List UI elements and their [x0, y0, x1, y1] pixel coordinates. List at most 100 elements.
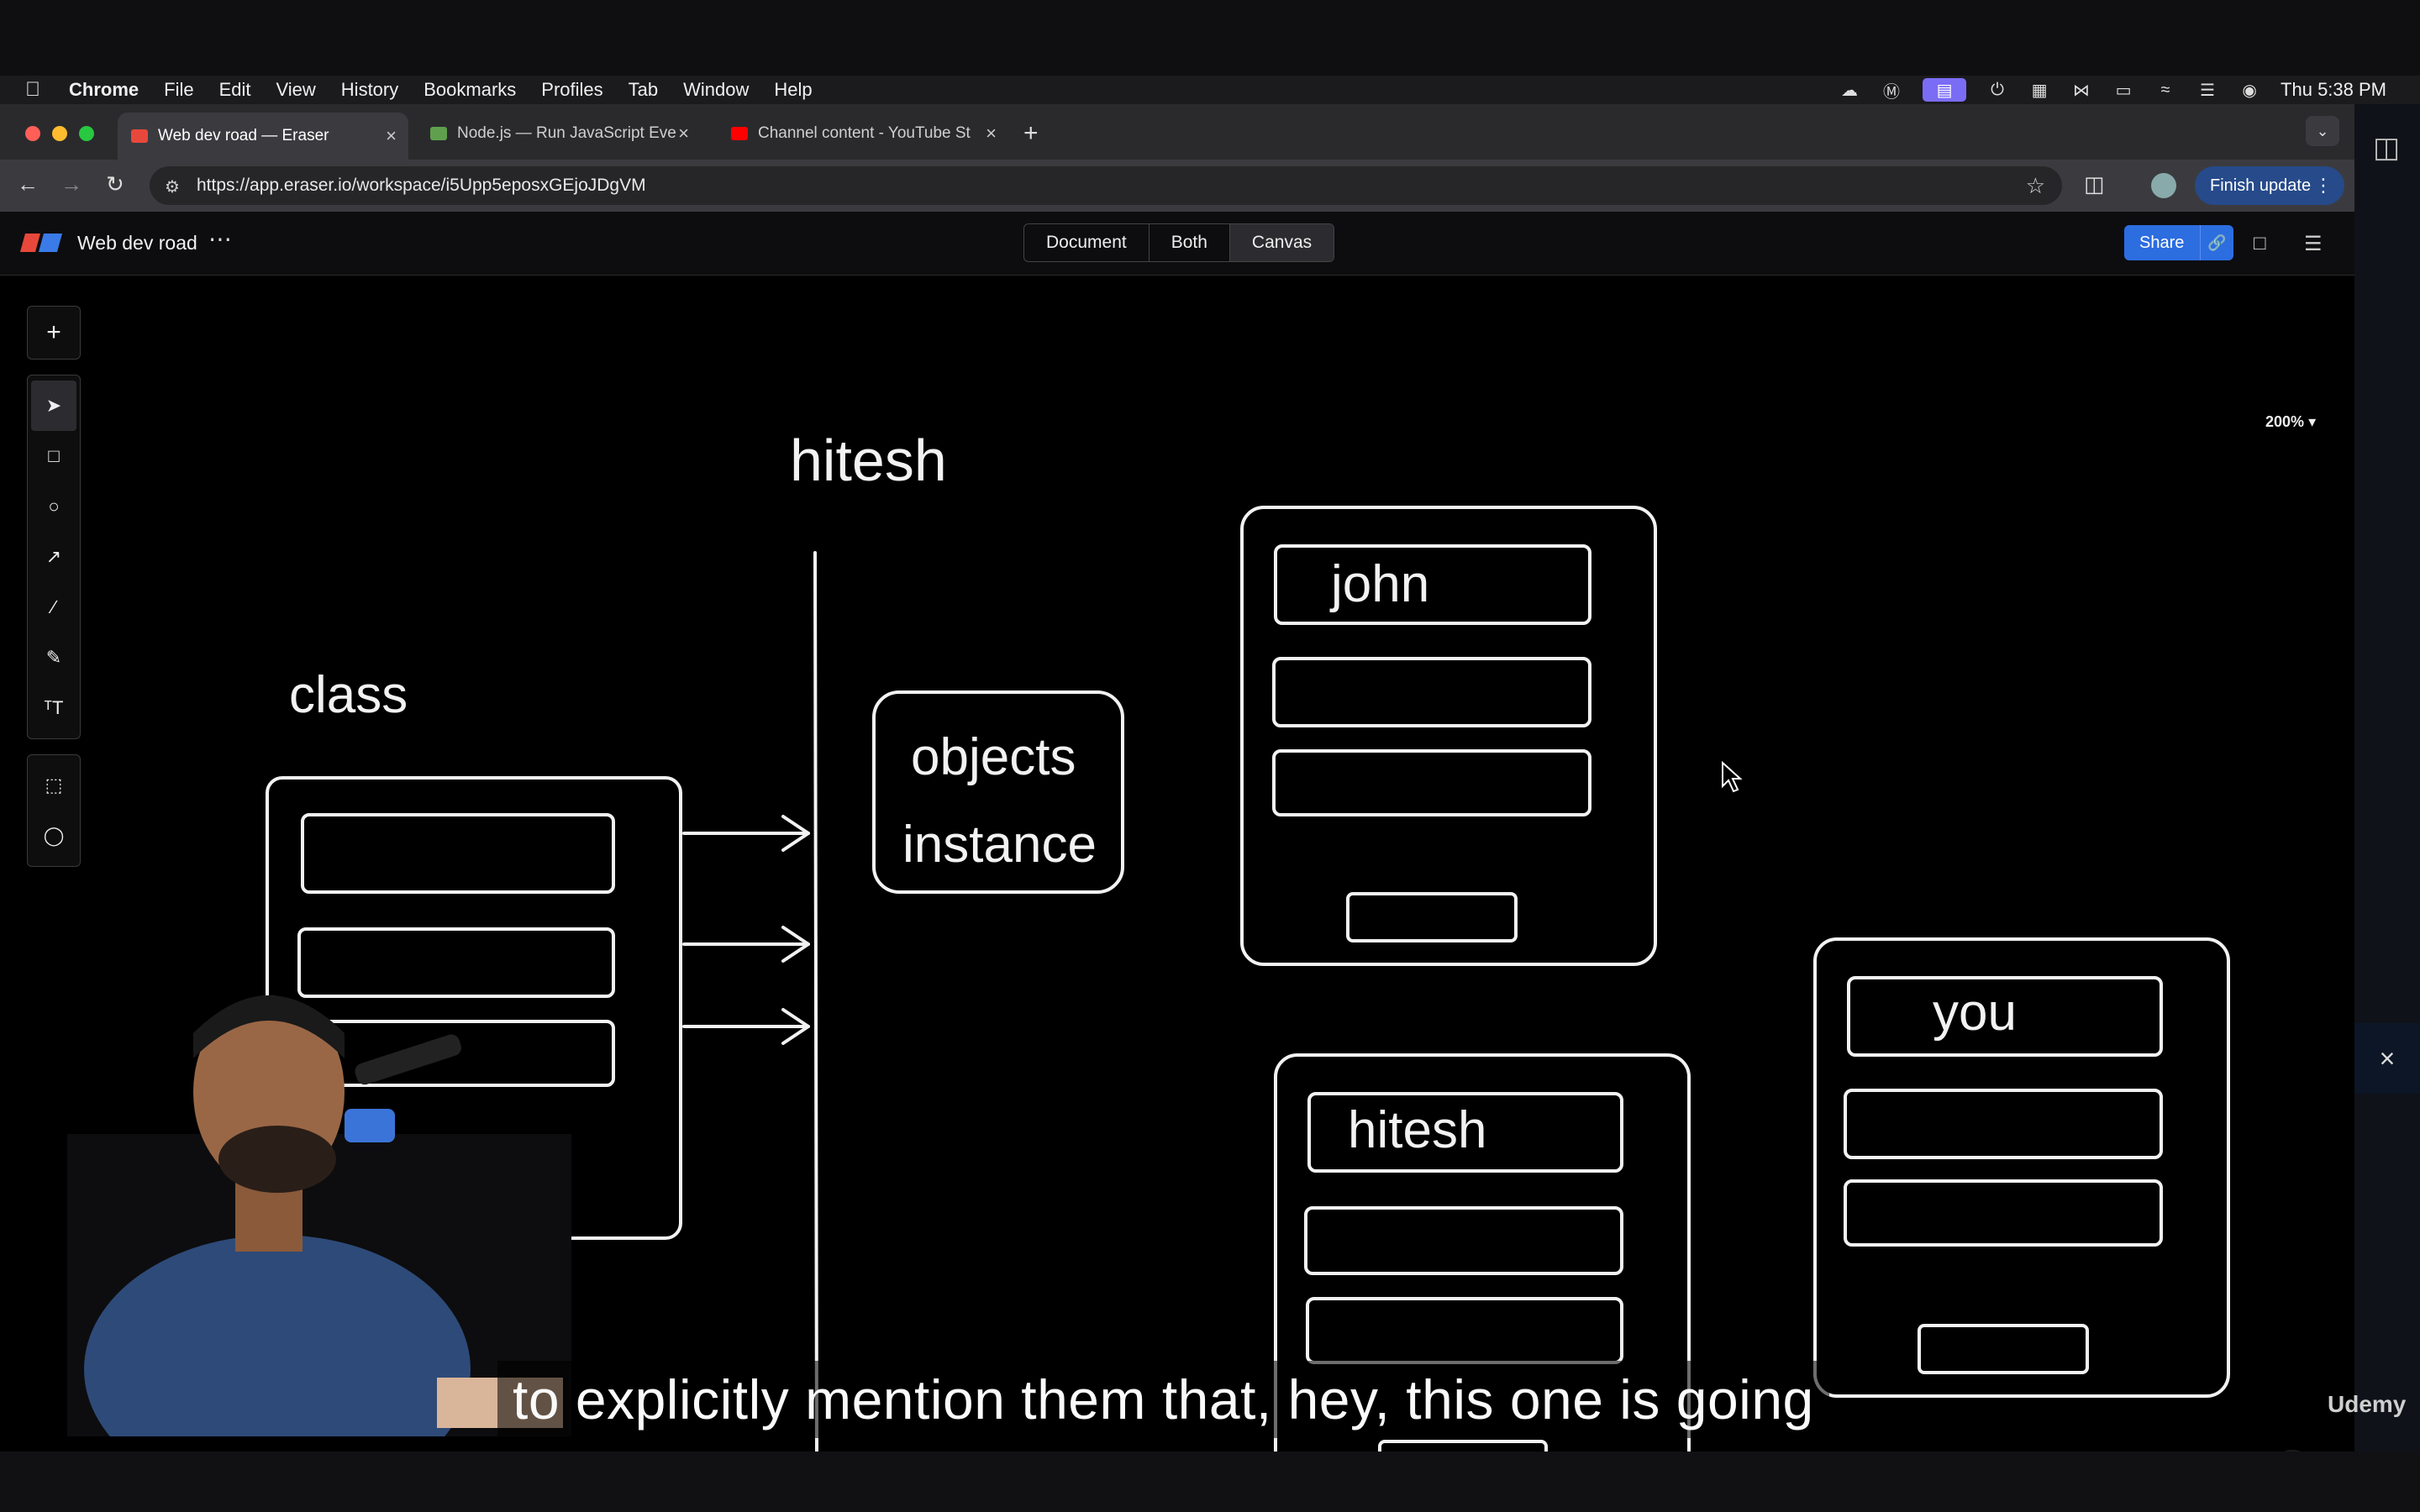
john-name-field[interactable] [1274, 544, 1591, 625]
john-field-2[interactable] [1272, 657, 1591, 727]
john-method[interactable] [1346, 892, 1518, 942]
you-field-2[interactable] [1844, 1089, 2163, 1159]
john-card[interactable] [1240, 506, 1657, 966]
arrow-1[interactable] [682, 815, 810, 852]
close-icon[interactable]: × [2354, 1023, 2420, 1094]
tab-strip: Web dev road — Eraser × Node.js — Run Ja… [0, 104, 2354, 160]
link-icon[interactable]: 🔗 [2200, 225, 2233, 260]
nodejs-favicon-icon [430, 127, 447, 140]
instance-label[interactable]: instance [902, 816, 1097, 874]
john-field-3[interactable] [1272, 749, 1591, 816]
menu-app-name[interactable]: Chrome [69, 79, 139, 101]
menu-bookmarks[interactable]: Bookmarks [424, 79, 516, 101]
maximize-window-button[interactable] [79, 126, 94, 141]
power-icon[interactable]: ⏻ [1986, 81, 2008, 99]
forward-arrow-icon[interactable]: → [60, 171, 82, 197]
screen-top-band [0, 0, 2420, 76]
control-center-icon[interactable]: ☰ [2196, 81, 2218, 100]
profile-avatar-icon[interactable] [2151, 173, 2176, 198]
close-window-button[interactable] [25, 126, 40, 141]
hitesh-field-3[interactable] [1306, 1297, 1623, 1364]
you-card[interactable] [1813, 937, 2230, 1398]
youtube-favicon-icon [731, 127, 748, 140]
menu-file[interactable]: File [164, 79, 193, 101]
divider-line[interactable] [813, 551, 818, 1452]
display-icon[interactable]: ▭ [2112, 81, 2134, 100]
presenter-webcam-image [67, 995, 571, 1436]
objects-label[interactable]: objects [911, 728, 1076, 786]
panel-layout-icon[interactable]: ◫ [2373, 131, 2400, 165]
outline-panel-icon[interactable]: ☰ [2304, 232, 2323, 256]
cloud-icon[interactable]: ☁ [1839, 81, 1860, 100]
close-icon[interactable]: × [986, 123, 997, 144]
hitesh-method[interactable] [1378, 1440, 1548, 1452]
menu-history[interactable]: History [341, 79, 398, 101]
menu-view[interactable]: View [276, 79, 316, 101]
view-document-button[interactable]: Document [1024, 224, 1150, 261]
share-label: Share [2139, 233, 2185, 252]
hitesh-field-2[interactable] [1304, 1206, 1623, 1275]
address-bar: ← → ↻ ⚙ https://app.eraser.io/workspace/… [0, 160, 2354, 212]
screen-share-icon[interactable]: ▤ [1923, 78, 1967, 102]
eraser-favicon-icon [131, 129, 148, 143]
macos-menubar:  Chrome File Edit View History Bookmark… [0, 76, 2420, 104]
side-panel: ◫ [2354, 104, 2420, 1452]
clock[interactable]: Thu 5:38 PM [2281, 79, 2386, 101]
tab-title: Channel content - YouTube St [758, 124, 971, 142]
you-name-text[interactable]: you [1933, 984, 2017, 1042]
extensions-icon[interactable]: ◫ [2084, 171, 2105, 197]
class-label[interactable]: class [289, 666, 408, 724]
menu-edit[interactable]: Edit [219, 79, 251, 101]
tab-youtube[interactable]: Channel content - YouTube St × [718, 113, 1008, 155]
menu-tab[interactable]: Tab [629, 79, 658, 101]
share-button[interactable]: Share 🔗 [2124, 225, 2233, 260]
finish-update-button[interactable]: Finish update ⋮ [2195, 166, 2344, 205]
eraser-header: Web dev road ⋯ Document Both Canvas Shar… [0, 212, 2354, 276]
tab-title: Node.js — Run JavaScript Eve [457, 124, 676, 142]
more-vertical-icon[interactable]: ⋮ [2314, 175, 2333, 197]
menu-profiles[interactable]: Profiles [541, 79, 602, 101]
star-icon[interactable]: ☆ [2026, 173, 2045, 199]
close-icon[interactable]: × [678, 123, 689, 144]
m-app-icon[interactable]: Ⓜ [1881, 81, 1902, 102]
new-tab-icon[interactable]: + [1023, 119, 1039, 148]
menu-window[interactable]: Window [683, 79, 749, 101]
screen-bottom-band [0, 1452, 2420, 1512]
minimize-window-button[interactable] [52, 126, 67, 141]
eraser-logo-icon[interactable] [20, 234, 62, 252]
layout-icon[interactable]: ▦ [2028, 81, 2050, 100]
tab-nodejs[interactable]: Node.js — Run JavaScript Eve × [417, 113, 701, 155]
comment-icon[interactable]: □ [2254, 232, 2266, 255]
wifi-icon[interactable]: ≈ [2154, 81, 2176, 99]
view-both-button[interactable]: Both [1150, 224, 1230, 261]
back-arrow-icon[interactable]: ← [17, 171, 39, 197]
you-field-3[interactable] [1844, 1179, 2163, 1247]
tab-eraser[interactable]: Web dev road — Eraser × [118, 113, 408, 160]
arrow-3[interactable] [682, 1008, 810, 1045]
menu-help[interactable]: Help [774, 79, 812, 101]
arrow-2[interactable] [682, 926, 810, 963]
site-settings-icon[interactable]: ⚙ [165, 176, 180, 197]
finish-update-label: Finish update [2210, 176, 2312, 195]
chevron-down-icon[interactable]: ⌄ [2306, 116, 2339, 146]
bluetooth-icon[interactable]: ⋈ [2070, 81, 2092, 100]
view-mode-toggle: Document Both Canvas [1023, 223, 1335, 262]
url-input[interactable]: ⚙ https://app.eraser.io/workspace/i5Upp5… [150, 166, 2062, 205]
tab-title: Web dev road — Eraser [158, 127, 329, 144]
reload-icon[interactable]: ↻ [106, 171, 124, 197]
view-canvas-button[interactable]: Canvas [1229, 224, 1334, 261]
mouse-cursor-icon [1722, 760, 1743, 793]
close-icon[interactable]: × [386, 125, 397, 147]
heading-text[interactable]: hitesh [790, 428, 947, 493]
siri-icon[interactable]: ◉ [2238, 81, 2260, 100]
udemy-watermark: Udemy [2328, 1391, 2407, 1417]
hitesh-name-text[interactable]: hitesh [1348, 1101, 1486, 1159]
apple-icon[interactable]:  [25, 78, 49, 102]
subtitle-caption: to explicitly mention them that, hey, th… [497, 1361, 1829, 1438]
url-text: https://app.eraser.io/workspace/i5Upp5ep… [197, 176, 646, 195]
document-title[interactable]: Web dev road [77, 232, 197, 255]
class-field-1[interactable] [301, 813, 615, 894]
john-name-text[interactable]: john [1329, 555, 1429, 613]
you-method[interactable] [1918, 1324, 2089, 1374]
more-horizontal-icon[interactable]: ⋯ [208, 225, 232, 253]
